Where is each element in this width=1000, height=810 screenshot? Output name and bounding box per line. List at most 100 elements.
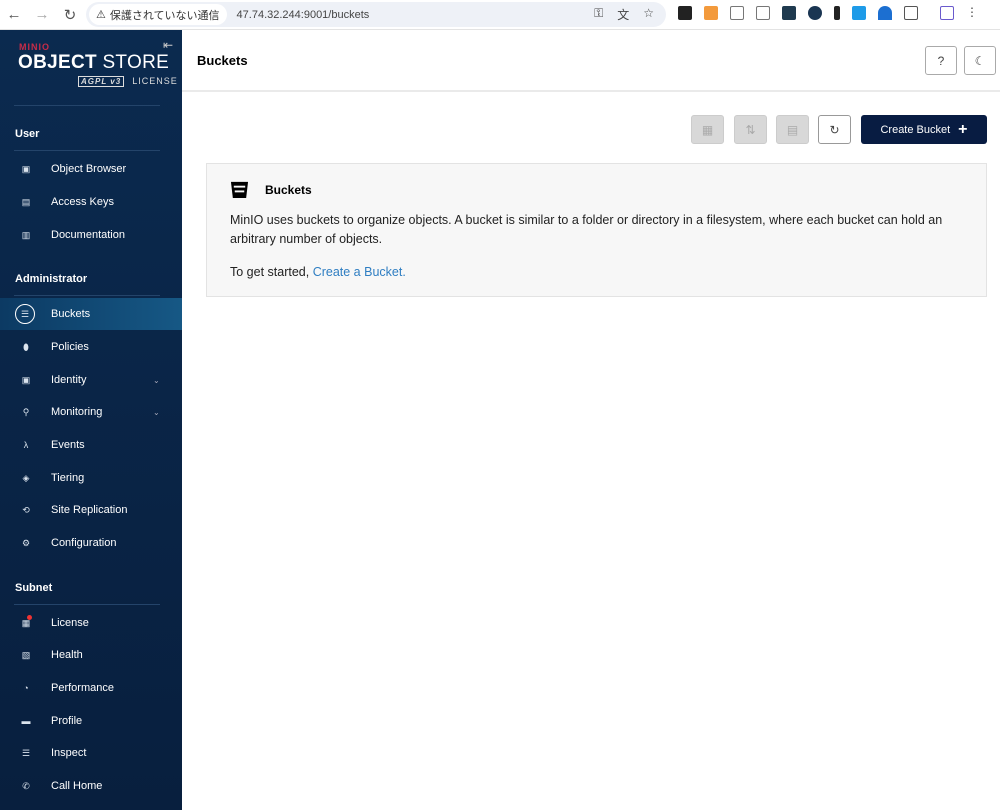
logo-license: AGPL v3 LICENSE: [78, 76, 178, 87]
bookmark-star-icon[interactable]: ☆: [643, 6, 654, 23]
help-icon: ?: [937, 53, 945, 68]
page-header: Buckets ? ☾: [182, 30, 1000, 92]
replication-icon: ⇅: [745, 122, 756, 137]
sidebar-item-access-keys[interactable]: ▤ Access Keys: [0, 186, 182, 218]
refresh-icon: ↻: [829, 122, 840, 137]
notification-dot: [27, 615, 32, 620]
sidebar-item-policies[interactable]: ⬮ Policies: [0, 331, 182, 363]
sidebar-item-call-home[interactable]: ✆ Call Home: [0, 770, 182, 802]
menu-kebab-icon[interactable]: ⋮: [966, 6, 978, 20]
extension-icon[interactable]: [852, 6, 866, 20]
extension-icon[interactable]: [940, 6, 954, 20]
extension-icon[interactable]: [878, 6, 892, 20]
sidebar-item-label: Profile: [51, 715, 83, 727]
logo-product: OBJECT STORE: [18, 52, 170, 73]
health-icon: ▧: [21, 649, 31, 660]
create-bucket-button[interactable]: Create Bucket +: [861, 115, 987, 144]
sidebar-item-label: Health: [51, 649, 83, 661]
replication-button[interactable]: ⇅: [734, 115, 767, 144]
tiering-icon: ◈: [22, 472, 30, 483]
sidebar-item-label: Monitoring: [51, 406, 103, 418]
sidebar-item-label: Policies: [51, 341, 89, 353]
moon-icon: ☾: [974, 53, 986, 68]
license-icon: ▦: [21, 617, 31, 628]
sidebar-item-label: Performance: [51, 682, 114, 694]
browser-toolbar: ← → ↻ ⚠ 保護されていない通信 47.74.32.244:9001/buck…: [0, 0, 1000, 30]
help-button[interactable]: ?: [925, 46, 957, 75]
divider: [14, 295, 160, 296]
security-chip[interactable]: ⚠ 保護されていない通信: [89, 4, 227, 25]
card-title: Buckets: [265, 183, 312, 197]
sidebar-item-health[interactable]: ▧ Health: [0, 639, 182, 671]
extension-icon[interactable]: [808, 6, 822, 20]
warning-icon: ⚠: [96, 9, 106, 21]
sidebar-item-configuration[interactable]: ⚙ Configuration: [0, 527, 182, 559]
call-home-icon: ✆: [22, 780, 30, 791]
extension-icon[interactable]: [730, 6, 744, 20]
sidebar-item-object-browser[interactable]: ▣ Object Browser: [0, 153, 182, 185]
extension-icon[interactable]: [678, 6, 692, 20]
sidebar-item-label: Inspect: [51, 747, 87, 759]
forward-icon[interactable]: →: [28, 6, 56, 23]
sidebar-item-profile[interactable]: ▬ Profile: [0, 705, 182, 737]
sidebar-item-label: Access Keys: [51, 196, 114, 208]
chevron-down-icon[interactable]: ⌄: [153, 408, 160, 417]
sidebar-item-label: Documentation: [51, 229, 125, 241]
access-keys-icon: ▤: [21, 196, 31, 207]
sidebar-item-performance[interactable]: ◔ Performance: [0, 672, 182, 704]
security-label: 保護されていない通信: [109, 9, 220, 22]
dark-mode-button[interactable]: ☾: [964, 46, 996, 75]
plus-icon: +: [958, 120, 968, 138]
sidebar-item-inspect[interactable]: ☰ Inspect: [0, 737, 182, 769]
sidebar-item-documentation[interactable]: ▥ Documentation: [0, 219, 182, 251]
sidebar-item-tiering[interactable]: ◈ Tiering: [0, 462, 182, 494]
bucket-icon: ☰: [15, 304, 35, 324]
sidebar-item-monitoring[interactable]: ⚲ Monitoring ⌄: [0, 396, 182, 428]
extensions-bar: ⋮: [678, 6, 978, 20]
sidebar-group-label: User: [15, 128, 40, 140]
back-icon[interactable]: ←: [0, 6, 28, 23]
eyedropper-icon[interactable]: [834, 6, 840, 20]
refresh-button[interactable]: ↻: [818, 115, 851, 144]
divider: [14, 105, 160, 106]
extension-icon[interactable]: [704, 6, 718, 20]
monitoring-icon: ⚲: [22, 406, 30, 417]
create-bucket-link[interactable]: Create a Bucket.: [313, 265, 406, 279]
divider: [14, 150, 160, 151]
extensions-puzzle-icon[interactable]: [904, 6, 918, 20]
lifecycle-icon: ▤: [786, 122, 799, 137]
configuration-icon: ⚙: [21, 537, 31, 548]
reload-icon[interactable]: ↻: [56, 6, 84, 24]
extension-icon[interactable]: [782, 6, 796, 20]
translate-icon[interactable]: 文: [617, 6, 629, 23]
lifecycle-button[interactable]: ▤: [776, 115, 809, 144]
sidebar-item-buckets[interactable]: ☰ Buckets: [0, 298, 182, 330]
divider: [14, 604, 160, 605]
sidebar-item-events[interactable]: λ Events: [0, 429, 182, 461]
bucket-icon: [230, 181, 249, 199]
sidebar-item-label: Identity: [51, 374, 87, 386]
sidebar-item-site-replication[interactable]: ⟲ Site Replication: [0, 494, 182, 526]
card-description: MinIO uses buckets to organize objects. …: [230, 213, 943, 246]
buckets-info-card: Buckets MinIO uses buckets to organize o…: [206, 163, 987, 297]
get-started-text: To get started, Create a Bucket.: [230, 265, 406, 279]
chevron-down-icon[interactable]: ⌄: [153, 376, 160, 385]
grid-icon: ▦: [701, 122, 714, 137]
sidebar-group-label: Subnet: [15, 582, 53, 594]
sidebar-item-identity[interactable]: ▣ Identity ⌄: [0, 364, 182, 396]
object-browser-icon: ▣: [21, 163, 31, 174]
inspect-icon: ☰: [21, 747, 31, 758]
extension-icon[interactable]: [756, 6, 770, 20]
sidebar-item-label: Events: [51, 439, 85, 451]
url-text[interactable]: 47.74.32.244:9001/buckets: [237, 9, 370, 21]
password-key-icon[interactable]: ⚿: [594, 6, 603, 23]
collapse-sidebar-icon[interactable]: ⇤: [163, 38, 173, 52]
sidebar-item-label: Configuration: [51, 537, 117, 549]
sidebar-item-label: Call Home: [51, 780, 103, 792]
identity-icon: ▣: [21, 374, 31, 385]
sidebar-item-license[interactable]: ▦ License: [0, 607, 182, 639]
grid-view-button[interactable]: ▦: [691, 115, 724, 144]
events-icon: λ: [23, 440, 29, 450]
address-bar[interactable]: ⚠ 保護されていない通信 47.74.32.244:9001/buckets ⚿ 文…: [86, 2, 666, 27]
site-replication-icon: ⟲: [22, 504, 30, 515]
